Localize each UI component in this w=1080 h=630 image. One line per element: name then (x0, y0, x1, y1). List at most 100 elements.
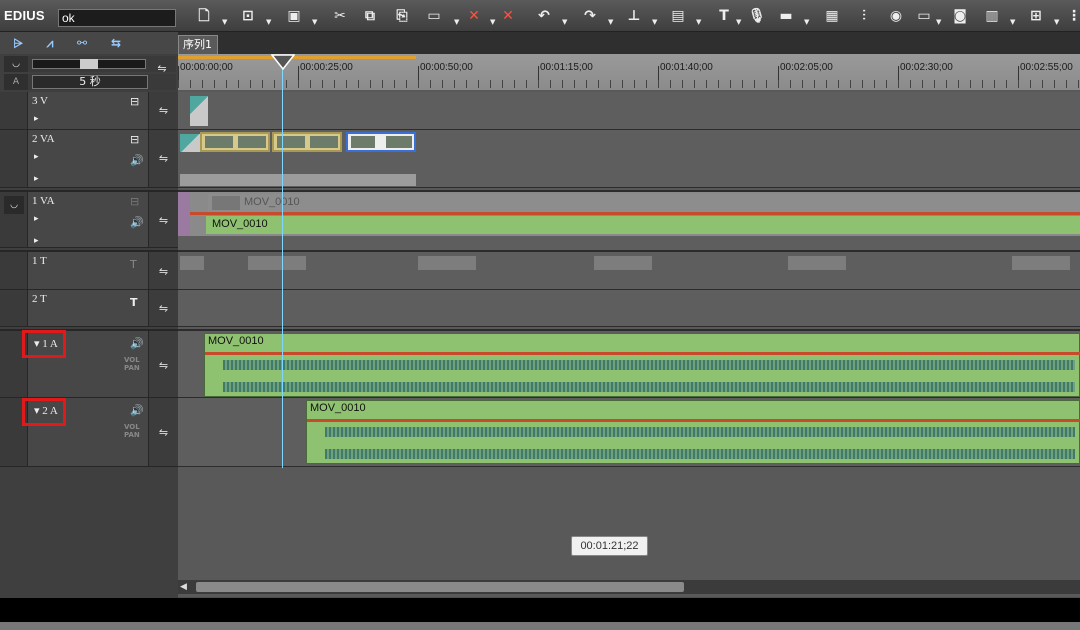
mic-icon[interactable]: 🎙 (748, 8, 766, 24)
undo-icon[interactable]: ↶ (536, 8, 552, 24)
speaker-icon[interactable]: 🔊 (130, 404, 144, 417)
sync-icon[interactable]: ⇋ (148, 331, 178, 397)
speaker-icon[interactable]: 🔊 (130, 216, 144, 229)
expand-icon[interactable]: ▸ (34, 174, 39, 184)
zoom-thumb[interactable] (80, 59, 98, 69)
effect-icon[interactable]: ▥ (984, 8, 1000, 24)
expand-icon[interactable]: ▸ (34, 236, 39, 246)
track-1t[interactable]: 1 T T ⇋ (0, 250, 178, 290)
sync-lock-icon[interactable]: ⩘ (40, 36, 60, 50)
audio-part[interactable] (180, 174, 416, 186)
video-mute-icon[interactable]: ⊟ (130, 95, 139, 108)
paste-icon[interactable]: ⎘ (394, 8, 410, 24)
copy-icon[interactable]: ⧉ (362, 8, 378, 24)
track-3v[interactable]: 3 V ▸ ⊟ ⇋ (0, 92, 178, 130)
lane-2a[interactable]: MOV_0010 (178, 398, 1080, 467)
video-clip[interactable] (200, 132, 270, 152)
expand-icon[interactable]: ▸ (34, 152, 39, 162)
title-clip[interactable] (248, 256, 306, 270)
more-icon[interactable]: ⋮ (1066, 8, 1080, 24)
color-icon[interactable]: ◉ (888, 8, 904, 24)
ruler-tick-label: 00:02:55;00 (1020, 62, 1073, 73)
sync-icon[interactable]: ⇋ (148, 192, 178, 247)
video-clip-selected[interactable] (346, 132, 416, 152)
lane-1t[interactable] (178, 250, 1080, 290)
timecode-tooltip: 00:01:21;22 (571, 536, 648, 556)
delete-gap-icon[interactable]: ✕ (466, 8, 482, 24)
lane-2t[interactable] (178, 290, 1080, 327)
zoom-scale-select[interactable]: 5 秒 (32, 75, 148, 89)
ruler-tick-label: 00:01:40;00 (660, 62, 713, 73)
audio-clip[interactable]: MOV_0010 (306, 400, 1080, 464)
title-clip[interactable] (1012, 256, 1070, 270)
playhead-line[interactable] (282, 60, 283, 468)
expand-icon[interactable]: ▸ (34, 214, 39, 224)
audio-clip[interactable]: MOV_0010 (204, 333, 1080, 397)
title-clip[interactable] (180, 256, 204, 270)
lane-1a[interactable]: MOV_0010 (178, 329, 1080, 398)
track-2va[interactable]: 2 VA ▸ ▸ ⊟ 🔊 ⇋ (0, 130, 178, 188)
transition-marker[interactable] (180, 134, 200, 152)
video-mute-icon[interactable]: ⊟ (130, 195, 139, 208)
group-icon[interactable]: ⇆ (106, 36, 126, 50)
title-track-icon[interactable]: T (130, 258, 137, 271)
ruler-tick-label: 00:00:00;00 (180, 62, 233, 73)
insert-mode-icon[interactable]: ⩥ (8, 36, 28, 50)
project-name-field[interactable]: ok (58, 9, 176, 27)
clip-name: MOV_0010 (212, 218, 268, 230)
redo-icon[interactable]: ↷ (582, 8, 598, 24)
playhead-marker-icon[interactable] (271, 54, 295, 70)
sync-icon[interactable]: ⇋ (148, 252, 178, 289)
clip-name: MOV_0010 (208, 335, 264, 347)
open-icon[interactable]: ⊡ (240, 8, 256, 24)
sync-icon[interactable]: ⇋ (148, 130, 178, 187)
sync-icon[interactable]: ⇋ (148, 290, 178, 326)
title-clip[interactable] (418, 256, 476, 270)
video-mute-icon[interactable]: ⊟ (130, 133, 139, 146)
multicam-icon[interactable]: ⊞ (1028, 8, 1044, 24)
speaker-icon[interactable]: 🔊 (130, 337, 144, 350)
lane-2va[interactable] (178, 130, 1080, 188)
marker-icon[interactable]: ⊥ (626, 8, 642, 24)
layout-icon[interactable]: ▭ (916, 8, 932, 24)
tab-sequence-1[interactable]: 序列1 (178, 35, 218, 54)
cut-icon[interactable]: ✂ (332, 8, 348, 24)
mixer-icon[interactable]: ⫶ (856, 8, 872, 24)
sync-icon[interactable]: ⇋ (148, 398, 178, 466)
scroll-left-icon[interactable]: ◀ (180, 581, 192, 593)
expand-icon[interactable]: ▸ (34, 114, 39, 124)
track-1va[interactable]: ◡ 1 VA ▸ ▸ ⊟ 🔊 ⇋ (0, 190, 178, 248)
render-icon[interactable]: ▤ (670, 8, 686, 24)
ruler-tick-label: 00:00:25;00 (300, 62, 353, 73)
new-icon[interactable]: 🗋 (196, 8, 212, 24)
lock-toggle[interactable]: ◡ (4, 56, 28, 72)
title-clip[interactable] (594, 256, 652, 270)
title-clip[interactable] (788, 256, 846, 270)
snapshot-icon[interactable]: ◙ (952, 8, 968, 24)
track-name: 1 VA (32, 195, 55, 207)
ripple-delete-icon[interactable]: ✕ (500, 8, 516, 24)
swap-icon[interactable]: ⇋ (150, 62, 174, 82)
video-clip[interactable]: MOV_0010 (208, 194, 1080, 212)
track-name: 2 T (32, 293, 47, 305)
track-name: 1 T (32, 255, 47, 267)
ruler-tick-label: 00:02:05;00 (780, 62, 833, 73)
lock-toggle[interactable]: ◡ (4, 196, 24, 214)
lane-3v[interactable] (178, 92, 1080, 130)
scrollbar-thumb[interactable] (196, 582, 684, 592)
title-icon[interactable]: T (716, 8, 732, 24)
clip-icon[interactable]: ▭ (426, 8, 442, 24)
transition-marker[interactable] (190, 96, 208, 114)
audio-clip[interactable]: MOV_0010 (206, 216, 1080, 234)
speaker-icon[interactable]: 🔊 (130, 154, 144, 167)
lane-1va[interactable]: MOV_0010 MOV_0010 (178, 190, 1080, 250)
grid-icon[interactable]: ▦ (824, 8, 840, 24)
link-icon[interactable]: ⚯ (72, 36, 92, 50)
clip-name: MOV_0010 (244, 196, 300, 208)
monitor-icon[interactable]: ▬ (778, 8, 794, 24)
track-2t[interactable]: 2 T T ⇋ (0, 290, 178, 327)
title-track-icon[interactable]: T (130, 296, 138, 309)
timecode-ruler[interactable]: 00:00:00;00 00:00:25;00 00:00:50;00 00:0… (178, 54, 1080, 90)
save-icon[interactable]: ▣ (286, 8, 302, 24)
sync-icon[interactable]: ⇋ (148, 92, 178, 129)
